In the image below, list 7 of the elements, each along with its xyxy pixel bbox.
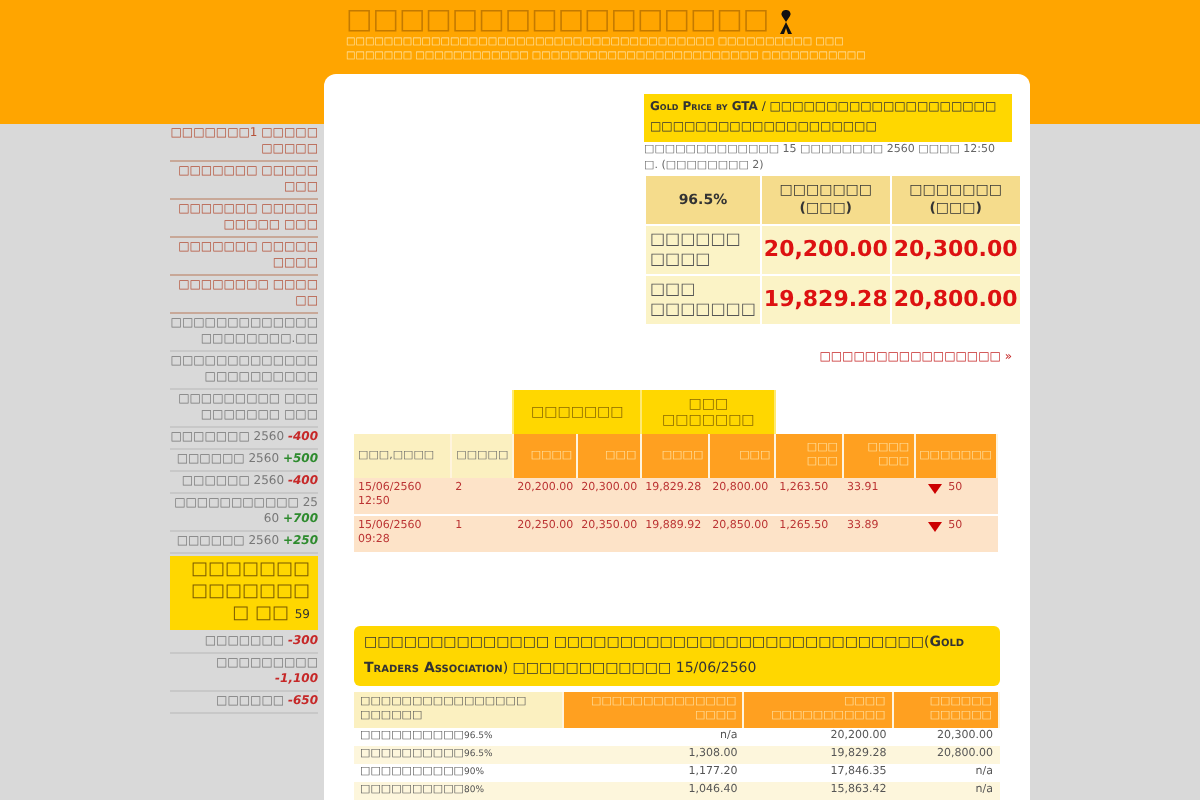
down-triangle-icon <box>928 484 943 494</box>
down-triangle-icon <box>928 522 943 532</box>
table-cell: 19,829.28 <box>760 275 891 325</box>
table-cell: □□□ □□□□□□□ <box>645 275 761 325</box>
ribbon-icon <box>777 7 794 33</box>
site-title: □□□□□□□□□□□□□□□□ <box>346 4 770 36</box>
table-cell: 20,800.00 <box>890 275 1021 325</box>
